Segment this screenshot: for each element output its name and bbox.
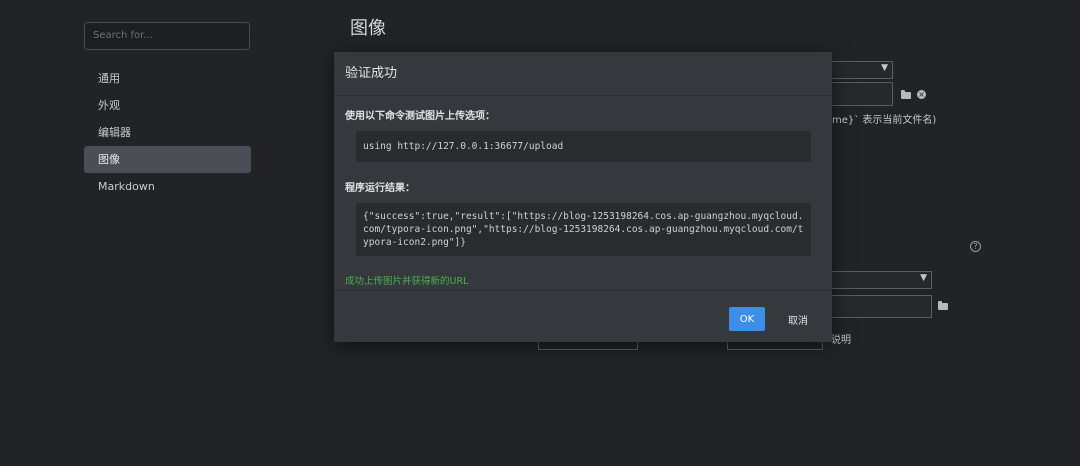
folder-icon[interactable] [901, 90, 911, 99]
validation-dialog: 验证成功 使用以下命令测试图片上传选项： using http://127.0.… [334, 52, 832, 342]
chevron-down-icon: ▼ [881, 63, 888, 73]
result-code: {"success":true,"result":["https://blog-… [356, 203, 811, 256]
result-label: 程序运行结果： [345, 183, 415, 194]
ok-button[interactable]: OK [729, 307, 765, 331]
folder-icon[interactable] [938, 301, 948, 310]
doc-link-text[interactable]: 说明 [831, 331, 851, 346]
preferences-window: Search for... 通用 外观 编辑器 图像 Markdown 图像 ▼… [0, 0, 1080, 466]
clear-icon[interactable]: × [917, 90, 926, 99]
uploader-path-input[interactable] [820, 295, 932, 318]
sidebar-nav: 通用 外观 编辑器 图像 Markdown [84, 65, 251, 200]
success-message: 成功上传图片并获得新的URL [345, 276, 469, 287]
dialog-footer: OK 取消 [334, 290, 832, 342]
command-code: using http://127.0.0.1:36677/upload [356, 131, 811, 162]
sidebar-item-general[interactable]: 通用 [84, 65, 251, 92]
search-input[interactable]: Search for... [84, 22, 250, 50]
help-icon[interactable]: ? [970, 241, 981, 252]
sidebar-item-markdown[interactable]: Markdown [84, 173, 251, 200]
path-hint-text: me}` 表示当前文件名) [832, 115, 937, 126]
uploader-select[interactable]: ▼ [820, 271, 932, 289]
dialog-body: 使用以下命令测试图片上传选项： using http://127.0.0.1:3… [334, 107, 832, 287]
cancel-button[interactable]: 取消 [780, 307, 816, 331]
page-title: 图像 [350, 18, 386, 39]
sidebar-item-appearance[interactable]: 外观 [84, 92, 251, 119]
command-label: 使用以下命令测试图片上传选项： [345, 111, 495, 122]
chevron-down-icon: ▼ [920, 273, 927, 283]
sidebar-item-image[interactable]: 图像 [84, 146, 251, 173]
sidebar-item-editor[interactable]: 编辑器 [84, 119, 251, 146]
dialog-title: 验证成功 [334, 52, 832, 96]
